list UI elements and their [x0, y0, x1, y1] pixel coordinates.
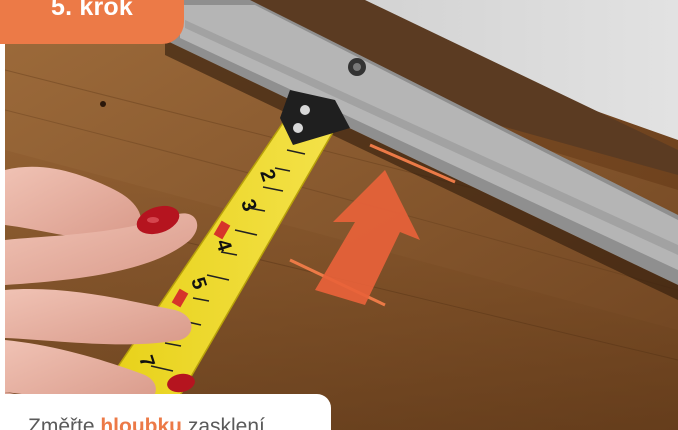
- caption-text-before: Změřte: [28, 415, 101, 430]
- step-badge: 5. krok: [0, 0, 184, 44]
- step-badge-label: 5. krok: [50, 0, 133, 21]
- caption-text: Změřte hloubku zasklení: [28, 414, 265, 430]
- caption-highlight: hloubku: [100, 415, 182, 430]
- caption-text-after: zasklení: [182, 415, 265, 430]
- caption-box: Změřte hloubku zasklení: [5, 394, 331, 430]
- photo-window-frame-measurement: 2 3 4 5 6 7 8: [5, 0, 678, 430]
- photo-illustration: 2 3 4 5 6 7 8: [5, 0, 678, 430]
